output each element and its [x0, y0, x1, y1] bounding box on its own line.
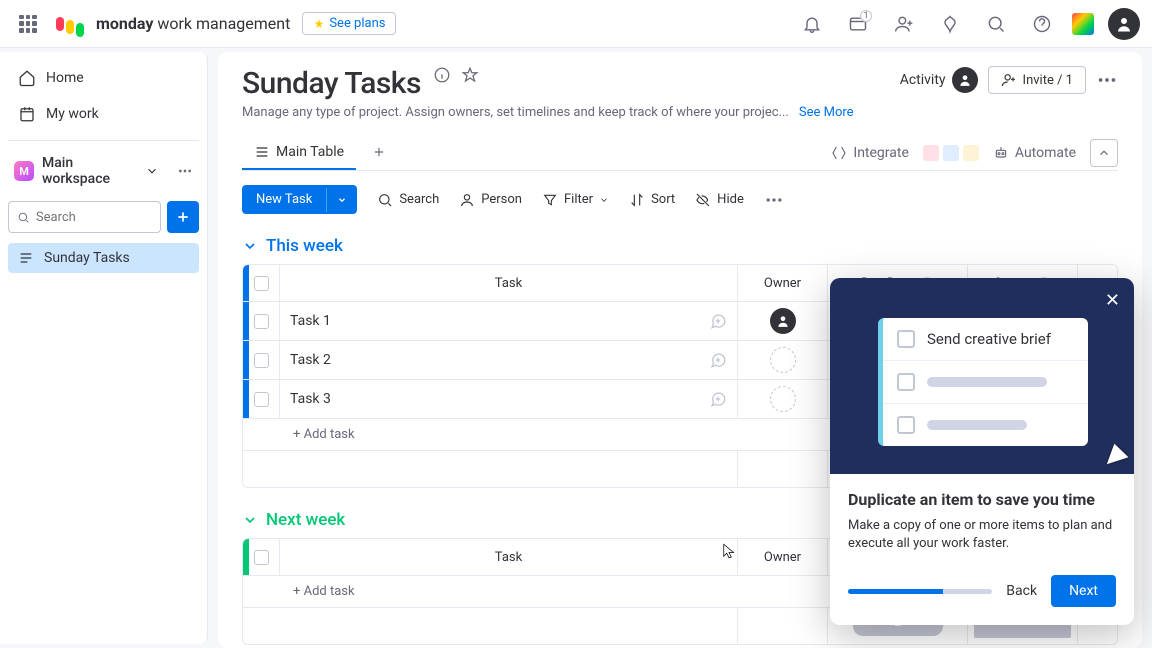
sidebar-item-sunday-tasks[interactable]: Sunday Tasks — [8, 243, 199, 273]
user-avatar[interactable] — [1108, 8, 1140, 40]
invite-members-icon[interactable] — [888, 8, 920, 40]
toolbar-filter[interactable]: Filter — [542, 192, 609, 208]
col-owner[interactable]: Owner — [737, 539, 827, 575]
chat-icon[interactable] — [709, 390, 727, 408]
table-icon — [254, 144, 270, 160]
task-name[interactable]: Task 2 — [290, 352, 331, 368]
tab-main-table[interactable]: Main Table — [242, 136, 356, 170]
sidebar-mywork-label: My work — [46, 106, 99, 122]
toolbar-search[interactable]: Search — [377, 192, 439, 208]
row-checkbox[interactable] — [254, 314, 269, 329]
row-checkbox[interactable] — [254, 353, 269, 368]
popover-description: Make a copy of one or more items to plan… — [848, 517, 1116, 553]
workspace-selector[interactable]: M Main workspace — [8, 151, 199, 191]
popover-back-button[interactable]: Back — [1006, 583, 1037, 599]
popover-title: Duplicate an item to save you time — [848, 490, 1116, 509]
chevron-down-icon — [145, 164, 159, 178]
see-plans-button[interactable]: See plans — [302, 12, 396, 35]
group-header-this-week[interactable]: This week — [242, 236, 1118, 256]
monday-logo-icon — [56, 17, 84, 31]
toolbar-more-icon[interactable] — [764, 190, 784, 210]
workspace-badge: M — [14, 161, 34, 181]
automate-button[interactable]: Automate — [993, 145, 1076, 161]
info-icon[interactable] — [433, 66, 451, 84]
search-icon[interactable] — [980, 8, 1012, 40]
owner-cell[interactable] — [737, 380, 827, 418]
task-name[interactable]: Task 3 — [290, 391, 331, 407]
integrate-button[interactable]: Integrate — [831, 145, 909, 161]
sidebar-home-label: Home — [46, 70, 84, 86]
new-task-button[interactable]: New Task — [242, 185, 357, 214]
chat-icon[interactable] — [709, 351, 727, 369]
robot-icon — [993, 145, 1009, 161]
col-task[interactable]: Task — [279, 539, 737, 575]
sidebar-search-input[interactable] — [36, 210, 152, 225]
favorite-icon[interactable] — [461, 66, 479, 84]
sidebar-mywork[interactable]: My work — [8, 98, 199, 130]
row-checkbox[interactable] — [254, 392, 269, 407]
notifications-icon[interactable] — [796, 8, 828, 40]
toolbar-person[interactable]: Person — [459, 192, 522, 208]
apps-icon[interactable] — [934, 8, 966, 40]
toolbar-hide[interactable]: Hide — [695, 192, 744, 208]
sidebar-add-button[interactable] — [167, 201, 199, 233]
brand-text: monday work management — [96, 14, 290, 33]
integration-badges — [923, 145, 979, 161]
inbox-badge: 1 — [860, 10, 872, 22]
sidebar-item-label: Sunday Tasks — [44, 250, 130, 266]
col-owner[interactable]: Owner — [737, 265, 827, 301]
popover-close-button[interactable]: ✕ — [1105, 290, 1120, 311]
new-task-dropdown[interactable] — [326, 188, 357, 212]
task-name[interactable]: Task 1 — [290, 313, 331, 329]
chat-icon[interactable] — [709, 312, 727, 330]
owner-cell[interactable] — [737, 302, 827, 340]
tab-add[interactable] — [360, 137, 398, 169]
toolbar-sort[interactable]: Sort — [629, 192, 675, 208]
popover-illustration: ✕ Send creative brief — [830, 278, 1134, 474]
product-switcher-icon[interactable] — [1072, 13, 1094, 35]
sidebar-divider — [8, 140, 199, 141]
select-all-checkbox[interactable] — [254, 276, 269, 291]
col-task[interactable]: Task — [279, 265, 737, 301]
owner-cell[interactable] — [737, 341, 827, 379]
board-icon — [18, 250, 34, 266]
workspace-name: Main workspace — [42, 155, 137, 187]
app-switcher-icon[interactable] — [12, 8, 44, 40]
mouse-cursor-icon — [720, 540, 738, 562]
board-title: Sunday Tasks — [242, 66, 421, 101]
board-more-icon[interactable] — [1096, 69, 1118, 91]
help-icon[interactable] — [1026, 8, 1058, 40]
topbar: monday work management See plans 1 — [0, 0, 1152, 48]
search-icon — [17, 210, 30, 225]
popover-progress — [848, 589, 992, 594]
popover-next-button[interactable]: Next — [1051, 575, 1116, 607]
activity-button[interactable]: Activity — [900, 67, 978, 93]
sidebar: Home My work M Main workspace Sunday Tas… — [0, 52, 208, 644]
board-description: Manage any type of project. Assign owner… — [242, 105, 789, 120]
invite-button[interactable]: Invite / 1 — [988, 66, 1086, 94]
integrate-icon — [831, 145, 847, 161]
sidebar-home[interactable]: Home — [8, 62, 199, 94]
onboarding-popover: ✕ Send creative brief Duplicate an item … — [830, 278, 1134, 625]
more-icon[interactable] — [177, 163, 193, 179]
illustration-task-label: Send creative brief — [927, 330, 1051, 348]
inbox-icon[interactable]: 1 — [842, 8, 874, 40]
collapse-header-button[interactable] — [1090, 139, 1118, 167]
cursor-icon — [1107, 444, 1131, 471]
see-more-link[interactable]: See More — [799, 105, 854, 120]
select-all-checkbox[interactable] — [254, 550, 269, 565]
sidebar-search[interactable] — [8, 201, 161, 233]
